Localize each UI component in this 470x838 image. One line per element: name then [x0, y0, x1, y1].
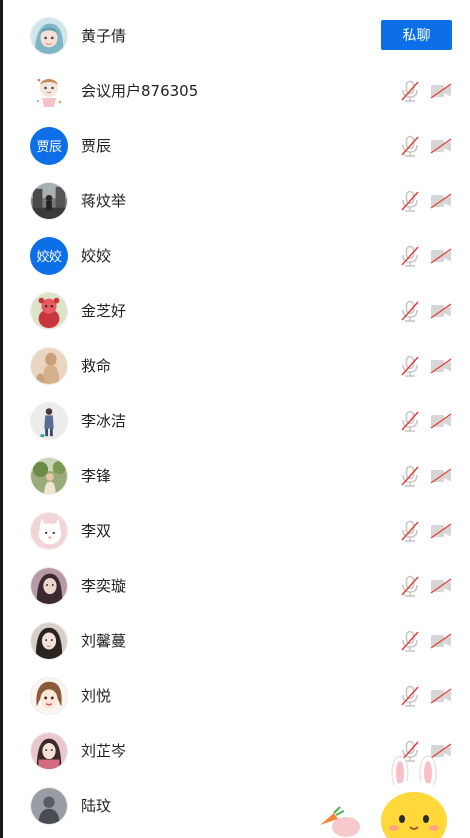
participant-name: 贾辰 — [81, 137, 112, 155]
street-photo-avatar-icon — [31, 182, 67, 219]
mic-muted-icon[interactable] — [400, 575, 420, 597]
camera-off-icon[interactable] — [430, 302, 452, 319]
participant-name: 刘悦 — [81, 687, 112, 705]
avatar — [30, 71, 68, 110]
cartoon-doll-avatar-icon — [30, 71, 68, 110]
camera-off-icon[interactable] — [430, 137, 452, 154]
red-doll-avatar-icon — [31, 292, 67, 329]
avatar — [30, 566, 68, 605]
cartoon-face-avatar-icon — [31, 677, 67, 714]
participant-name: 李锋 — [81, 467, 112, 485]
participant-name: 刘馨蔓 — [81, 632, 127, 650]
avatar — [30, 621, 68, 660]
mic-muted-icon[interactable] — [400, 300, 420, 322]
participant-name: 救命 — [81, 357, 112, 375]
participant-row[interactable]: 姣姣 姣姣 — [3, 228, 470, 283]
mic-muted-icon[interactable] — [400, 355, 420, 377]
camera-off-icon[interactable] — [430, 687, 452, 704]
mic-muted-icon[interactable] — [400, 465, 420, 487]
participant-row[interactable]: 会议用户876305 — [3, 63, 470, 118]
participant-name: 李双 — [81, 522, 112, 540]
camera-off-icon[interactable] — [430, 467, 452, 484]
participant-name: 刘芷岑 — [81, 742, 127, 760]
mic-muted-icon[interactable] — [400, 685, 420, 707]
participant-name: 陆玟 — [81, 797, 112, 815]
mic-muted-icon[interactable] — [400, 190, 420, 212]
participant-row[interactable]: 金芝好 — [3, 283, 470, 338]
camera-off-icon[interactable] — [430, 522, 452, 539]
participant-name: 蒋炆举 — [81, 192, 127, 210]
participant-row[interactable]: 救命 — [3, 338, 470, 393]
mic-muted-icon[interactable] — [400, 630, 420, 652]
camera-off-icon[interactable] — [430, 412, 452, 429]
mic-muted-icon[interactable] — [400, 520, 420, 542]
mic-muted-icon[interactable] — [400, 80, 420, 102]
avatar — [30, 456, 68, 495]
camera-off-icon[interactable] — [430, 82, 452, 99]
camera-off-icon[interactable] — [430, 247, 452, 264]
grey-photo-avatar-icon — [31, 787, 67, 824]
camera-off-icon[interactable] — [430, 192, 452, 209]
camera-off-icon[interactable] — [430, 632, 452, 649]
beige-figure-avatar-icon — [31, 347, 67, 384]
participant-list: 黄子倩 私聊 会议用户876305 贾辰 贾辰 蒋炆举 姣姣 姣姣 金芝好 救命… — [3, 8, 470, 833]
participant-name: 李奕璇 — [81, 577, 127, 595]
person-standing-avatar-icon — [31, 402, 67, 439]
participant-name: 黄子倩 — [81, 27, 127, 45]
participant-name: 会议用户876305 — [81, 82, 199, 100]
participant-row[interactable]: 蒋炆举 — [3, 173, 470, 228]
camera-off-icon[interactable] — [430, 357, 452, 374]
avatar — [30, 786, 68, 825]
participant-row[interactable]: 李奕璇 — [3, 558, 470, 613]
outdoor-photo-avatar-icon — [31, 457, 67, 494]
portrait-avatar-icon — [31, 567, 67, 604]
avatar — [30, 731, 68, 770]
avatar — [30, 511, 68, 550]
avatar — [30, 181, 68, 220]
mic-muted-icon[interactable] — [400, 135, 420, 157]
mic-muted-icon[interactable] — [400, 410, 420, 432]
avatar: 姣姣 — [30, 236, 68, 275]
participant-row[interactable]: 李锋 — [3, 448, 470, 503]
participant-row[interactable]: 黄子倩 私聊 — [3, 8, 470, 63]
participant-row[interactable]: 李冰洁 — [3, 393, 470, 448]
avatar — [30, 346, 68, 385]
cartoon-girl-avatar-icon — [31, 17, 67, 54]
avatar: 贾辰 — [30, 126, 68, 165]
participant-name: 李冰洁 — [81, 412, 127, 430]
portrait-avatar-icon — [31, 622, 67, 659]
mic-muted-icon[interactable] — [400, 245, 420, 267]
private-chat-button[interactable]: 私聊 — [381, 20, 452, 50]
avatar — [30, 16, 68, 55]
avatar — [30, 401, 68, 440]
white-cat-avatar-icon — [31, 512, 67, 549]
participant-panel: 黄子倩 私聊 会议用户876305 贾辰 贾辰 蒋炆举 姣姣 姣姣 金芝好 救命… — [0, 0, 470, 838]
portrait-avatar-icon — [31, 732, 67, 769]
bunny-mascot-icon[interactable] — [318, 755, 470, 838]
camera-off-icon[interactable] — [430, 577, 452, 594]
participant-row[interactable]: 刘馨蔓 — [3, 613, 470, 668]
participant-row[interactable]: 刘悦 — [3, 668, 470, 723]
avatar — [30, 676, 68, 715]
participant-row[interactable]: 李双 — [3, 503, 470, 558]
participant-name: 姣姣 — [81, 247, 112, 265]
participant-name: 金芝好 — [81, 302, 127, 320]
participant-row[interactable]: 贾辰 贾辰 — [3, 118, 470, 173]
avatar — [30, 291, 68, 330]
